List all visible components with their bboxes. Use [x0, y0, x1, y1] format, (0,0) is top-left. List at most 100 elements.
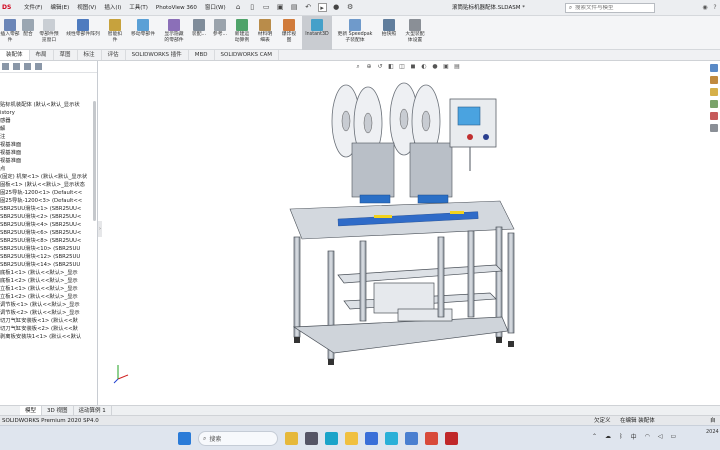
tree-item[interactable]: 剥离板安装块1<1> (默认<<默认 [0, 333, 97, 341]
tree-item[interactable]: 固25导轨-1200<3> (Default<< [0, 197, 97, 205]
exploded-view-button[interactable]: 爆炸视 图 [276, 16, 302, 50]
tree-item[interactable]: SBR25UU滑块<12> (SBR25UU [0, 253, 97, 261]
start-icon[interactable] [178, 432, 191, 445]
graphics-area[interactable]: ⌕ ⊕ ↺ ◧ ◫ ◼ ◐ ● ▣ ▤ › [98, 61, 720, 405]
cloud-icon[interactable]: ☁ [605, 433, 611, 440]
smart-fasteners-button[interactable]: 智能扣 件 [104, 16, 126, 50]
menu-window[interactable]: 窗口(W) [201, 0, 230, 16]
tab-layout[interactable]: 布局 [30, 50, 54, 60]
tree-item[interactable]: 视基准面 [0, 141, 97, 149]
move-component-button[interactable]: 移动零部件 [126, 16, 160, 50]
reference-geometry-button[interactable]: 参考... [210, 16, 230, 50]
tree-item[interactable]: SBR25UU滑块<8> (SBR25UU< [0, 237, 97, 245]
solidworks-taskbar-icon[interactable] [445, 432, 458, 445]
task-view-icon[interactable] [305, 432, 318, 445]
taskbar-search[interactable]: ⌕ 搜索 [198, 431, 278, 446]
linear-pattern-button[interactable]: 线性零部件阵列 [62, 16, 104, 50]
open-icon[interactable]: ▭ [262, 3, 271, 12]
assembly-features-button[interactable]: 装配... [188, 16, 210, 50]
tree-item[interactable]: SBR25UU滑块<4> (SBR25UU< [0, 221, 97, 229]
chevron-up-icon[interactable]: ⌃ [592, 433, 597, 440]
tree-item[interactable]: 立板1<1> (默认<<默认>_显示 [0, 285, 97, 293]
tree-item[interactable]: 点 [0, 165, 97, 173]
tree-item[interactable]: 立板1<2> (默认<<默认>_显示 [0, 293, 97, 301]
large-assembly-settings-button[interactable]: 大型装配 体设置 [400, 16, 430, 50]
help-icon[interactable]: ? [710, 0, 720, 16]
tree-item[interactable]: (固定) 机架<1> (默认<默认_显示状 [0, 173, 97, 181]
chrome-icon[interactable] [425, 432, 438, 445]
menu-file[interactable]: 文件(F) [20, 0, 46, 16]
tree-item[interactable]: 底板1<1> (默认<<默认>_显示 [0, 269, 97, 277]
bluetooth-icon[interactable]: ᛒ [619, 433, 623, 440]
tree-item[interactable]: 贴标机装配体 (默认<默认_显示状 [0, 101, 97, 109]
tab-markup[interactable]: 标注 [78, 50, 102, 60]
tab-addins[interactable]: SOLIDWORKS 插件 [126, 50, 189, 60]
mate-button[interactable]: 配合 [20, 16, 36, 50]
insert-component-button[interactable]: 插入零部件 [0, 16, 20, 50]
menu-view[interactable]: 视图(V) [73, 0, 100, 16]
tab-evaluate[interactable]: 评估 [102, 50, 126, 60]
mail-icon[interactable] [365, 432, 378, 445]
undo-icon[interactable]: ↶ [304, 3, 313, 12]
tree-item[interactable]: 切刀气缸安装板<2> (默认<<默 [0, 325, 97, 333]
tab-assembly[interactable]: 装配体 [0, 50, 30, 60]
tab-cam[interactable]: SOLIDWORKS CAM [215, 50, 280, 60]
file-explorer-taskbar-icon[interactable] [345, 432, 358, 445]
tree-item[interactable]: SBR25UU滑块<1> (SBR25UU< [0, 205, 97, 213]
wifi-icon[interactable]: ◠ [645, 433, 650, 440]
tree-item[interactable]: SBR25UU滑块<2> (SBR25UU< [0, 213, 97, 221]
take-snapshot-button[interactable]: 拍快照 [378, 16, 400, 50]
rebuild-icon[interactable]: ● [332, 3, 341, 12]
tree-item[interactable]: SBR25UU滑块<6> (SBR25UU< [0, 229, 97, 237]
new-motion-study-button[interactable]: 新建运 动算例 [230, 16, 254, 50]
tab-mbd[interactable]: MBD [189, 50, 215, 60]
update-speedpak-button[interactable]: 更新 Speedpak 子装配体 [332, 16, 378, 50]
component-preview-button[interactable]: 零部件预 览窗口 [36, 16, 62, 50]
tree-item[interactable]: 调节板<2> (默认<<默认>_显示 [0, 309, 97, 317]
save-icon[interactable]: ▣ [276, 3, 285, 12]
dimxpert-icon[interactable] [35, 63, 42, 70]
user-icon[interactable]: ◉ [700, 0, 710, 16]
edge-icon[interactable] [325, 432, 338, 445]
search-box[interactable]: ⌕ [565, 3, 655, 13]
tree-item[interactable]: SBR25UU滑块<10> (SBR25UU [0, 245, 97, 253]
tree-item[interactable]: 固25导轨-1200<1> (Default<< [0, 189, 97, 197]
select-icon[interactable]: ▸ [317, 3, 327, 12]
menu-tools[interactable]: 工具(T) [125, 0, 152, 16]
tree-item[interactable]: 调节板<1> (默认<<默认>_显示 [0, 301, 97, 309]
menu-insert[interactable]: 插入(I) [100, 0, 125, 16]
instant3d-button[interactable]: Instant3D [302, 16, 332, 50]
tree-item[interactable]: 视基准面 [0, 157, 97, 165]
tree-item[interactable]: istory [0, 109, 97, 117]
home-icon[interactable]: ⌂ [234, 3, 243, 12]
tree-item[interactable]: 感器 [0, 117, 97, 125]
tab-sketch[interactable]: 草图 [54, 50, 78, 60]
configuration-manager-icon[interactable] [24, 63, 31, 70]
bill-of-materials-button[interactable]: 材料明 细表 [254, 16, 276, 50]
tab-3d-views[interactable]: 3D 视图 [42, 406, 74, 415]
tree-item[interactable]: 切刀气缸安装板<1> (默认<<默 [0, 317, 97, 325]
tree-scrollbar[interactable] [93, 101, 96, 221]
tab-model[interactable]: 模型 [20, 406, 43, 415]
tree-item[interactable]: SBR25UU滑块<14> (SBR25UU [0, 261, 97, 269]
show-hidden-button[interactable]: 显示隐藏 的零部件 [160, 16, 188, 50]
property-manager-icon[interactable] [13, 63, 20, 70]
tab-motion-study[interactable]: 运动算例 1 [74, 406, 112, 415]
tree-item[interactable]: 注 [0, 133, 97, 141]
clock[interactable]: 2024 [706, 429, 719, 436]
feature-tree-icon[interactable] [2, 63, 9, 70]
ime-icon[interactable]: 中 [631, 432, 637, 441]
print-icon[interactable]: ▤ [290, 3, 299, 12]
menu-edit[interactable]: 编辑(E) [46, 0, 73, 16]
store-icon[interactable] [405, 432, 418, 445]
widgets-icon[interactable] [285, 432, 298, 445]
menu-photoview[interactable]: PhotoView 360 [152, 0, 201, 16]
options-icon[interactable]: ⚙ [346, 3, 355, 12]
battery-icon[interactable]: ▭ [671, 433, 677, 440]
search-input[interactable] [575, 5, 647, 11]
tree-item[interactable]: 底板1<2> (默认<<默认>_显示 [0, 277, 97, 285]
volume-icon[interactable]: ◁ [658, 433, 663, 440]
new-icon[interactable]: ▯ [248, 3, 257, 12]
labeling-machine-model[interactable] [98, 61, 720, 405]
tree-item[interactable]: 视基准面 [0, 149, 97, 157]
